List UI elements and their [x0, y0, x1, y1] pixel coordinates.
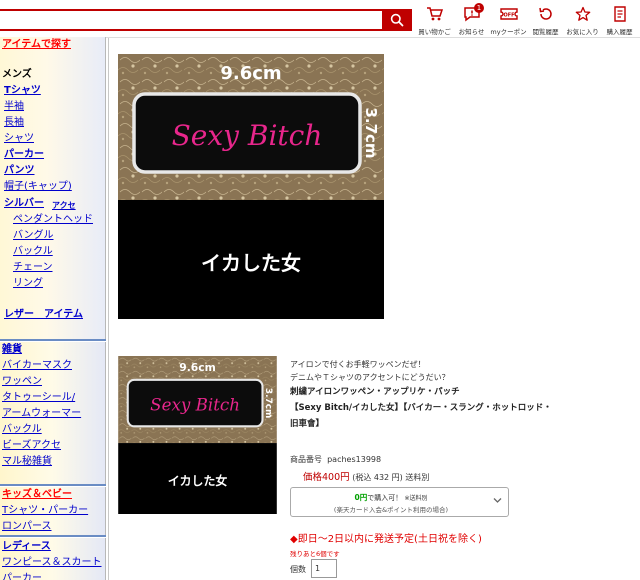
card-offer-dropdown[interactable]: 0円で購入可！ ※送料別 (楽天カード入会&ポイント利用の場合) — [290, 487, 509, 517]
notifications-button[interactable]: 1 お知らせ — [453, 3, 490, 36]
search-button[interactable] — [382, 9, 412, 31]
sidebar-item-cap[interactable]: 帽子(キャップ) — [4, 180, 72, 194]
image-caption: イカした女 — [168, 474, 228, 488]
width-label: 9.6cm — [179, 361, 216, 374]
patch-text: Sexy Bitch — [172, 119, 323, 152]
price-label: 価格 — [303, 472, 323, 483]
sidebar-item-buckle[interactable]: バックル — [13, 245, 53, 259]
sidebar-item-chain[interactable]: チェーン — [13, 261, 53, 275]
sidebar-item-pants[interactable]: パンツ — [4, 164, 35, 178]
sidebar-heading-kids[interactable]: キッズ＆ベビー — [2, 488, 72, 502]
price-value: 400円 — [322, 472, 350, 483]
svg-text:OFF: OFF — [503, 12, 514, 18]
product-tagline-2: デニムやＴシャツのアクセントにどうだい？ — [290, 373, 450, 382]
purchase-history-button[interactable]: 購入履歴 — [601, 4, 638, 36]
sidebar-item-secret-goods[interactable]: マル秘雑貨 — [2, 455, 52, 469]
cart-icon — [426, 7, 443, 21]
shipping-schedule: ◆即日〜2日以内に発送予定(土日祝を除く) — [290, 534, 482, 545]
sidebar-item-onepiece[interactable]: ワンピース＆スカート — [2, 556, 102, 570]
sidebar-kids-block: キッズ＆ベビー Tシャツ・パーカー ロンパース — [0, 487, 106, 535]
sidebar-item-shirt[interactable]: シャツ — [4, 132, 34, 146]
card-offer-text: で購入可！ — [367, 494, 403, 502]
sidebar-title[interactable]: アイテムで探す — [2, 38, 71, 52]
card-offer-line: 0円で購入可！ ※送料別 — [291, 492, 491, 503]
sidebar-item-pendant[interactable]: ペンダントヘッド — [13, 213, 93, 227]
product-main-image[interactable]: 9.6cm Sexy Bitch 3.7cm イカした女 — [118, 54, 384, 319]
sidebar-heading-ladies[interactable]: レディース — [2, 540, 51, 554]
product-title-line-3: 旧車會】 — [290, 419, 325, 429]
purchase-history-label: 購入履歴 — [606, 28, 633, 36]
favorites-button[interactable]: お気に入り — [564, 4, 601, 36]
search-input[interactable] — [0, 9, 382, 31]
sidebar-item-beads[interactable]: ビーズアクセ — [2, 439, 61, 453]
width-label: 9.6cm — [220, 63, 281, 84]
image-caption: イカした女 — [201, 251, 301, 275]
sidebar-heading-misc[interactable]: 雑貨 — [2, 343, 22, 357]
sidebar: アイテムで探す メンズ Tシャツ 半袖 長袖 シャツ パーカー パンツ 帽子(キ… — [0, 37, 106, 580]
chevron-down-icon — [493, 498, 502, 503]
quantity-input[interactable]: 1 — [311, 559, 337, 578]
sidebar-item-biker-mask[interactable]: バイカーマスク — [2, 359, 72, 373]
favorites-label: お気に入り — [566, 28, 599, 36]
product-tagline-1: アイロンで付くお手軽ワッペンだぜ！ — [290, 360, 426, 369]
product-title-line-1: 刺繍アイロンワッペン・アップリケ・パッチ — [290, 387, 460, 397]
cart-label: 買い物かご — [418, 28, 451, 36]
search-icon — [390, 13, 404, 27]
star-icon — [575, 6, 590, 21]
sidebar-divider — [0, 535, 106, 537]
sidebar-item-short-sleeve[interactable]: 半袖 — [4, 100, 24, 114]
sidebar-divider — [0, 484, 106, 486]
sidebar-item-bangle[interactable]: バングル — [13, 229, 54, 243]
sidebar-item-ladies-parka[interactable]: パーカー — [2, 572, 42, 580]
product-code: paches13998 — [327, 455, 382, 464]
header: 買い物かご 1 お知らせ OFF myクーポン 閲覧履歴 お気に入り 購入履歴 — [0, 0, 640, 38]
sidebar-item-arm-warmer[interactable]: アームウォーマー — [2, 407, 81, 421]
sidebar-item-silver-accessory[interactable]: アクセ — [52, 199, 76, 213]
sidebar-item-kids-tshirt[interactable]: Tシャツ・パーカー — [2, 504, 88, 518]
coupon-icon: OFF — [499, 8, 518, 20]
sidebar-ladies-block: レディース ワンピース＆スカート パーカー — [0, 538, 106, 580]
stock-remaining: 残りあと6個です — [290, 550, 340, 558]
content-divider — [108, 38, 109, 580]
sidebar-item-tshirt[interactable]: Tシャツ — [4, 84, 41, 98]
sidebar-item-leather[interactable]: レザー アイテム — [4, 308, 83, 322]
history-icon — [538, 7, 552, 20]
sidebar-item-tattoo-sticker[interactable]: タトゥーシール/ — [2, 391, 75, 405]
cart-button[interactable]: 買い物かご — [416, 4, 453, 36]
sidebar-item-misc-buckle[interactable]: バックル — [2, 423, 42, 437]
sidebar-misc-block: 雑貨 バイカーマスク ワッペン タトゥーシール/ アームウォーマー バックル ビ… — [0, 342, 106, 484]
sidebar-item-parka[interactable]: パーカー — [4, 148, 44, 162]
history-label: 閲覧履歴 — [532, 28, 559, 36]
sidebar-item-long-sleeve[interactable]: 長袖 — [4, 116, 24, 130]
price-tax: (税込 432 円) — [352, 473, 403, 482]
coupon-button[interactable]: OFF myクーポン — [490, 4, 527, 36]
receipt-icon — [613, 6, 626, 22]
card-offer-tag: ※送料別 — [404, 495, 428, 502]
quantity-label: 個数 — [290, 565, 306, 574]
sidebar-mens-block: アイテムで探す メンズ Tシャツ 半袖 長袖 シャツ パーカー パンツ 帽子(キ… — [0, 37, 106, 339]
sidebar-item-rompers[interactable]: ロンパース — [2, 520, 52, 534]
history-button[interactable]: 閲覧履歴 — [527, 4, 564, 36]
notification-badge: 1 — [474, 3, 484, 13]
sidebar-divider — [0, 339, 106, 341]
patch-text: Sexy Bitch — [150, 395, 240, 414]
card-offer-note: (楽天カード入会&ポイント利用の場合) — [333, 506, 449, 514]
sidebar-item-silver[interactable]: シルバー — [4, 197, 44, 211]
shipping-note: 送料別 — [405, 473, 430, 482]
notifications-label: お知らせ — [458, 28, 485, 36]
product-code-row: 商品番号 paches13998 — [290, 454, 381, 465]
sidebar-item-patch[interactable]: ワッペン — [2, 375, 42, 389]
sidebar-heading-mens: メンズ — [2, 69, 32, 80]
height-label: 3.7cm — [362, 107, 380, 158]
price-row: 価格400円 (税込 432 円) 送料別 — [303, 469, 429, 483]
height-label: 3.7cm — [263, 388, 273, 418]
sidebar-item-ring[interactable]: リング — [13, 277, 43, 291]
product-title-line-2: 【Sexy Bitch/イカした女】【バイカー・スラング・ホットロッド・ — [290, 403, 552, 413]
product-thumbnail[interactable]: 9.6cm Sexy Bitch 3.7cm イカした女 — [118, 356, 277, 514]
card-offer-amount: 0円 — [354, 493, 368, 502]
coupon-label: myクーポン — [490, 28, 527, 36]
product-code-label: 商品番号 — [290, 455, 322, 464]
